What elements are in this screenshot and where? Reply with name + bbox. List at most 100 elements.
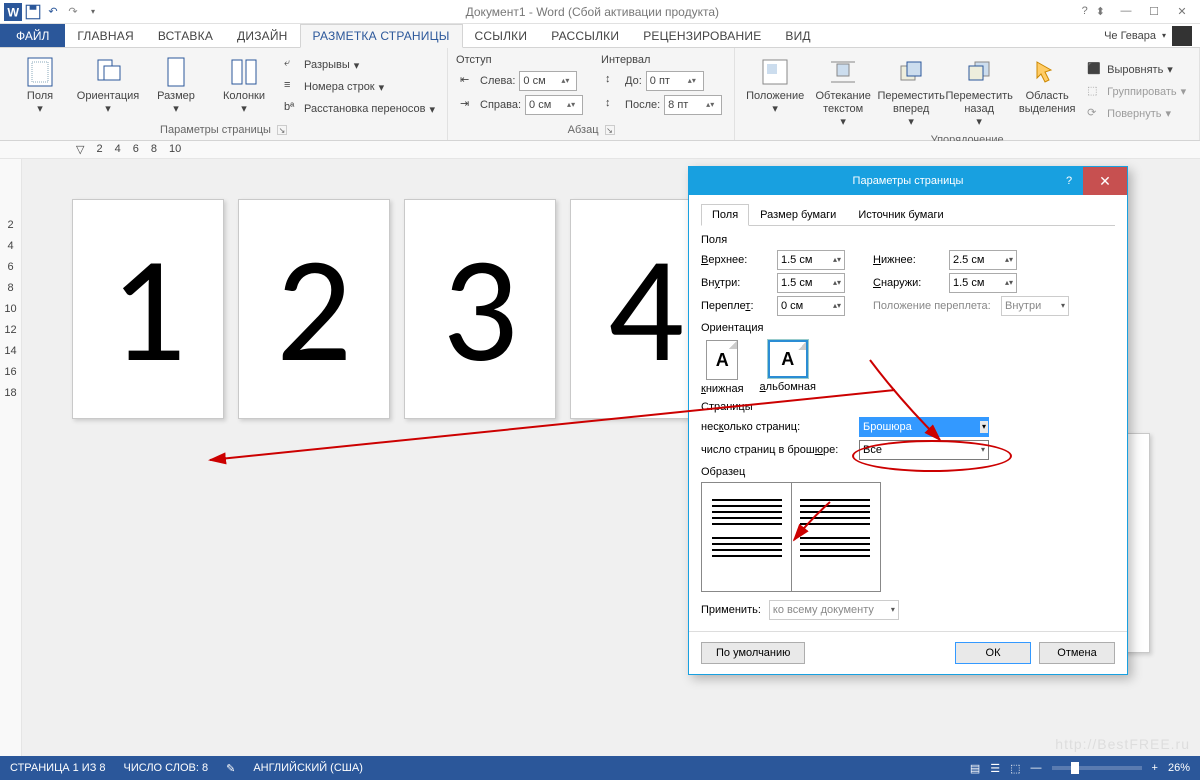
inside-margin-input[interactable]: 1.5 см▴▾ xyxy=(777,273,845,293)
redo-icon[interactable]: ↷ xyxy=(64,3,82,21)
group-button[interactable]: ⬚Группировать ▾ xyxy=(1083,81,1190,103)
dialog-footer: По умолчанию ОК Отмена xyxy=(689,631,1127,674)
title-help: ? ⬍ xyxy=(1079,5,1108,18)
rotate-button[interactable]: ⟳Повернуть ▾ xyxy=(1083,103,1190,125)
dialog-help-icon[interactable]: ? xyxy=(1055,167,1083,195)
zoom-slider[interactable] xyxy=(1052,766,1142,770)
proofing-icon[interactable]: ✎ xyxy=(226,762,235,775)
breaks-button[interactable]: ⤶Разрывы ▾ xyxy=(280,54,439,76)
maximize-icon[interactable]: ☐ xyxy=(1142,5,1166,18)
page-thumbnail[interactable]: 2 xyxy=(238,199,390,419)
wrap-text-button[interactable]: Обтекание текстом▾ xyxy=(811,52,875,132)
dialog-launcher-icon[interactable]: ↘ xyxy=(277,125,287,135)
ribbon-tabs: ФАЙЛ ГЛАВНАЯ ВСТАВКА ДИЗАЙН РАЗМЕТКА СТР… xyxy=(0,24,1200,48)
bring-forward-button[interactable]: Переместить вперед▾ xyxy=(879,52,943,132)
tab-insert[interactable]: ВСТАВКА xyxy=(146,24,225,47)
indent-right-row: ⇥Справа:0 см▴▾ xyxy=(456,94,587,116)
save-icon[interactable] xyxy=(24,3,42,21)
zoom-in-icon[interactable]: + xyxy=(1152,762,1158,774)
dialog-close-icon[interactable]: ✕ xyxy=(1083,167,1127,195)
page-status[interactable]: СТРАНИЦА 1 ИЗ 8 xyxy=(10,762,106,774)
tab-paper-source[interactable]: Источник бумаги xyxy=(847,204,954,226)
tab-mailings[interactable]: РАССЫЛКИ xyxy=(539,24,631,47)
sheets-combo[interactable]: Все▾ xyxy=(859,440,989,460)
portrait-label: книжная xyxy=(701,383,744,395)
dialog-titlebar[interactable]: Параметры страницы ? ✕ xyxy=(689,167,1127,195)
page-thumbnail[interactable]: 1 xyxy=(72,199,224,419)
tab-home[interactable]: ГЛАВНАЯ xyxy=(65,24,145,47)
apply-to-combo[interactable]: ко всему документу▾ xyxy=(769,600,899,620)
svg-text:W: W xyxy=(7,5,19,19)
view-read-icon[interactable]: ▤ xyxy=(970,762,980,775)
group-paragraph: Отступ ⇤Слева:0 см▴▾ ⇥Справа:0 см▴▾ Инте… xyxy=(448,48,735,140)
align-button[interactable]: ⬛Выровнять ▾ xyxy=(1083,59,1190,81)
view-web-icon[interactable]: ⬚ xyxy=(1010,762,1020,775)
vertical-ruler[interactable]: 24681012141618 xyxy=(0,159,22,756)
portrait-option[interactable]: A книжная xyxy=(701,340,744,395)
minimize-icon[interactable]: — xyxy=(1114,5,1138,18)
line-numbers-button[interactable]: ≡Номера строк ▾ xyxy=(280,76,439,98)
size-button[interactable]: Размер▾ xyxy=(144,52,208,122)
gutter-input[interactable]: 0 см▴▾ xyxy=(777,296,845,316)
indent-left-input[interactable]: 0 см▴▾ xyxy=(519,71,577,91)
default-button[interactable]: По умолчанию xyxy=(701,642,805,664)
fields-section-label: Поля xyxy=(701,234,1115,246)
hyphenation-button[interactable]: bªРасстановка переносов ▾ xyxy=(280,98,439,120)
selection-pane-button[interactable]: Область выделения xyxy=(1015,52,1079,132)
zoom-level[interactable]: 26% xyxy=(1168,762,1190,774)
outside-margin-input[interactable]: 1.5 см▴▾ xyxy=(949,273,1017,293)
top-margin-label: Верхнее: xyxy=(701,254,769,266)
tab-file[interactable]: ФАЙЛ xyxy=(0,24,65,47)
orientation-section-label: Ориентация xyxy=(701,322,1115,334)
ruler-indent-icon[interactable]: ▽ xyxy=(76,143,84,156)
help-icon[interactable]: ? xyxy=(1079,5,1091,18)
zoom-out-icon[interactable]: — xyxy=(1031,762,1042,774)
tab-design[interactable]: ДИЗАЙН xyxy=(225,24,300,47)
margins-button[interactable]: Поля▾ xyxy=(8,52,72,122)
outside-margin-label: Снаружи: xyxy=(873,277,941,289)
multi-pages-combo[interactable]: Брошюра▾ xyxy=(859,417,989,437)
dialog-tabs: Поля Размер бумаги Источник бумаги xyxy=(701,203,1115,226)
tab-fields[interactable]: Поля xyxy=(701,204,749,226)
page-setup-dialog: Параметры страницы ? ✕ Поля Размер бумаг… xyxy=(688,166,1128,675)
top-margin-input[interactable]: 1.5 см▴▾ xyxy=(777,250,845,270)
send-backward-button[interactable]: Переместить назад▾ xyxy=(947,52,1011,132)
group-label: Абзац xyxy=(568,124,599,136)
status-bar: СТРАНИЦА 1 ИЗ 8 ЧИСЛО СЛОВ: 8 ✎ АНГЛИЙСК… xyxy=(0,756,1200,780)
tab-review[interactable]: РЕЦЕНЗИРОВАНИЕ xyxy=(631,24,773,47)
ribbon-options-icon[interactable]: ⬍ xyxy=(1093,5,1108,18)
user-account[interactable]: Че Гевара ▾ xyxy=(1096,24,1200,47)
language-status[interactable]: АНГЛИЙСКИЙ (США) xyxy=(253,762,363,774)
bottom-margin-label: Нижнее: xyxy=(873,254,941,266)
spacing-after-input[interactable]: 8 пт▴▾ xyxy=(664,95,722,115)
ok-button[interactable]: ОК xyxy=(955,642,1031,664)
view-print-icon[interactable]: ☰ xyxy=(990,762,1000,775)
multi-pages-label: несколько страниц: xyxy=(701,421,851,433)
page-thumbnail[interactable]: 3 xyxy=(404,199,556,419)
cancel-button[interactable]: Отмена xyxy=(1039,642,1115,664)
indent-right-input[interactable]: 0 см▴▾ xyxy=(525,95,583,115)
dialog-launcher-icon[interactable]: ↘ xyxy=(605,125,615,135)
landscape-option[interactable]: A альбомная xyxy=(760,340,816,395)
gutter-label: Переплет: xyxy=(701,300,769,312)
word-count[interactable]: ЧИСЛО СЛОВ: 8 xyxy=(124,762,209,774)
gutter-pos-combo: Внутри▾ xyxy=(1001,296,1069,316)
tab-view[interactable]: ВИД xyxy=(773,24,822,47)
tab-references[interactable]: ССЫЛКИ xyxy=(463,24,540,47)
bottom-margin-input[interactable]: 2.5 см▴▾ xyxy=(949,250,1017,270)
qat-dropdown-icon[interactable]: ▾ xyxy=(84,3,102,21)
spacing-before-input[interactable]: 0 пт▴▾ xyxy=(646,71,704,91)
horizontal-ruler[interactable]: ▽ 2 4 6 8 10 xyxy=(0,141,1200,159)
avatar xyxy=(1172,26,1192,46)
columns-button[interactable]: Колонки▾ xyxy=(212,52,276,122)
position-button[interactable]: Положение▾ xyxy=(743,52,807,132)
tab-layout[interactable]: РАЗМЕТКА СТРАНИЦЫ xyxy=(300,24,463,48)
spacing-label: Интервал xyxy=(601,54,726,66)
group-page-setup: Поля▾ Ориентация▾ Размер▾ Колонки▾ ⤶Разр… xyxy=(0,48,448,140)
orientation-button[interactable]: Ориентация▾ xyxy=(76,52,140,122)
close-icon[interactable]: ✕ xyxy=(1170,5,1194,18)
tab-paper-size[interactable]: Размер бумаги xyxy=(749,204,847,226)
undo-icon[interactable]: ↶ xyxy=(44,3,62,21)
landscape-label: альбомная xyxy=(760,381,816,393)
spacing-after-row: ↕После:8 пт▴▾ xyxy=(601,94,726,116)
